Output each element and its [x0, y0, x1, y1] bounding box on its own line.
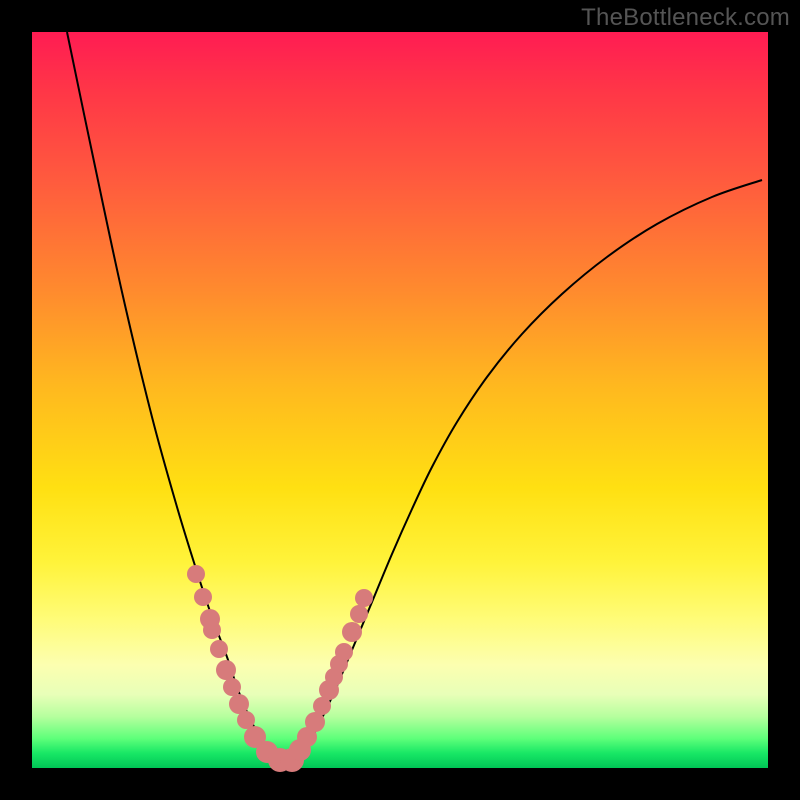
marker-dot [216, 660, 236, 680]
marker-dot [350, 605, 368, 623]
marker-group [187, 565, 373, 772]
bottleneck-curve [67, 32, 762, 761]
marker-dot [223, 678, 241, 696]
marker-dot [335, 643, 353, 661]
marker-dot [194, 588, 212, 606]
marker-dot [210, 640, 228, 658]
outer-frame: TheBottleneck.com [0, 0, 800, 800]
chart-svg [32, 32, 768, 768]
marker-dot [237, 711, 255, 729]
marker-dot [187, 565, 205, 583]
marker-dot [342, 622, 362, 642]
plot-area [32, 32, 768, 768]
watermark-text: TheBottleneck.com [581, 4, 790, 32]
marker-dot [203, 621, 221, 639]
marker-dot [355, 589, 373, 607]
